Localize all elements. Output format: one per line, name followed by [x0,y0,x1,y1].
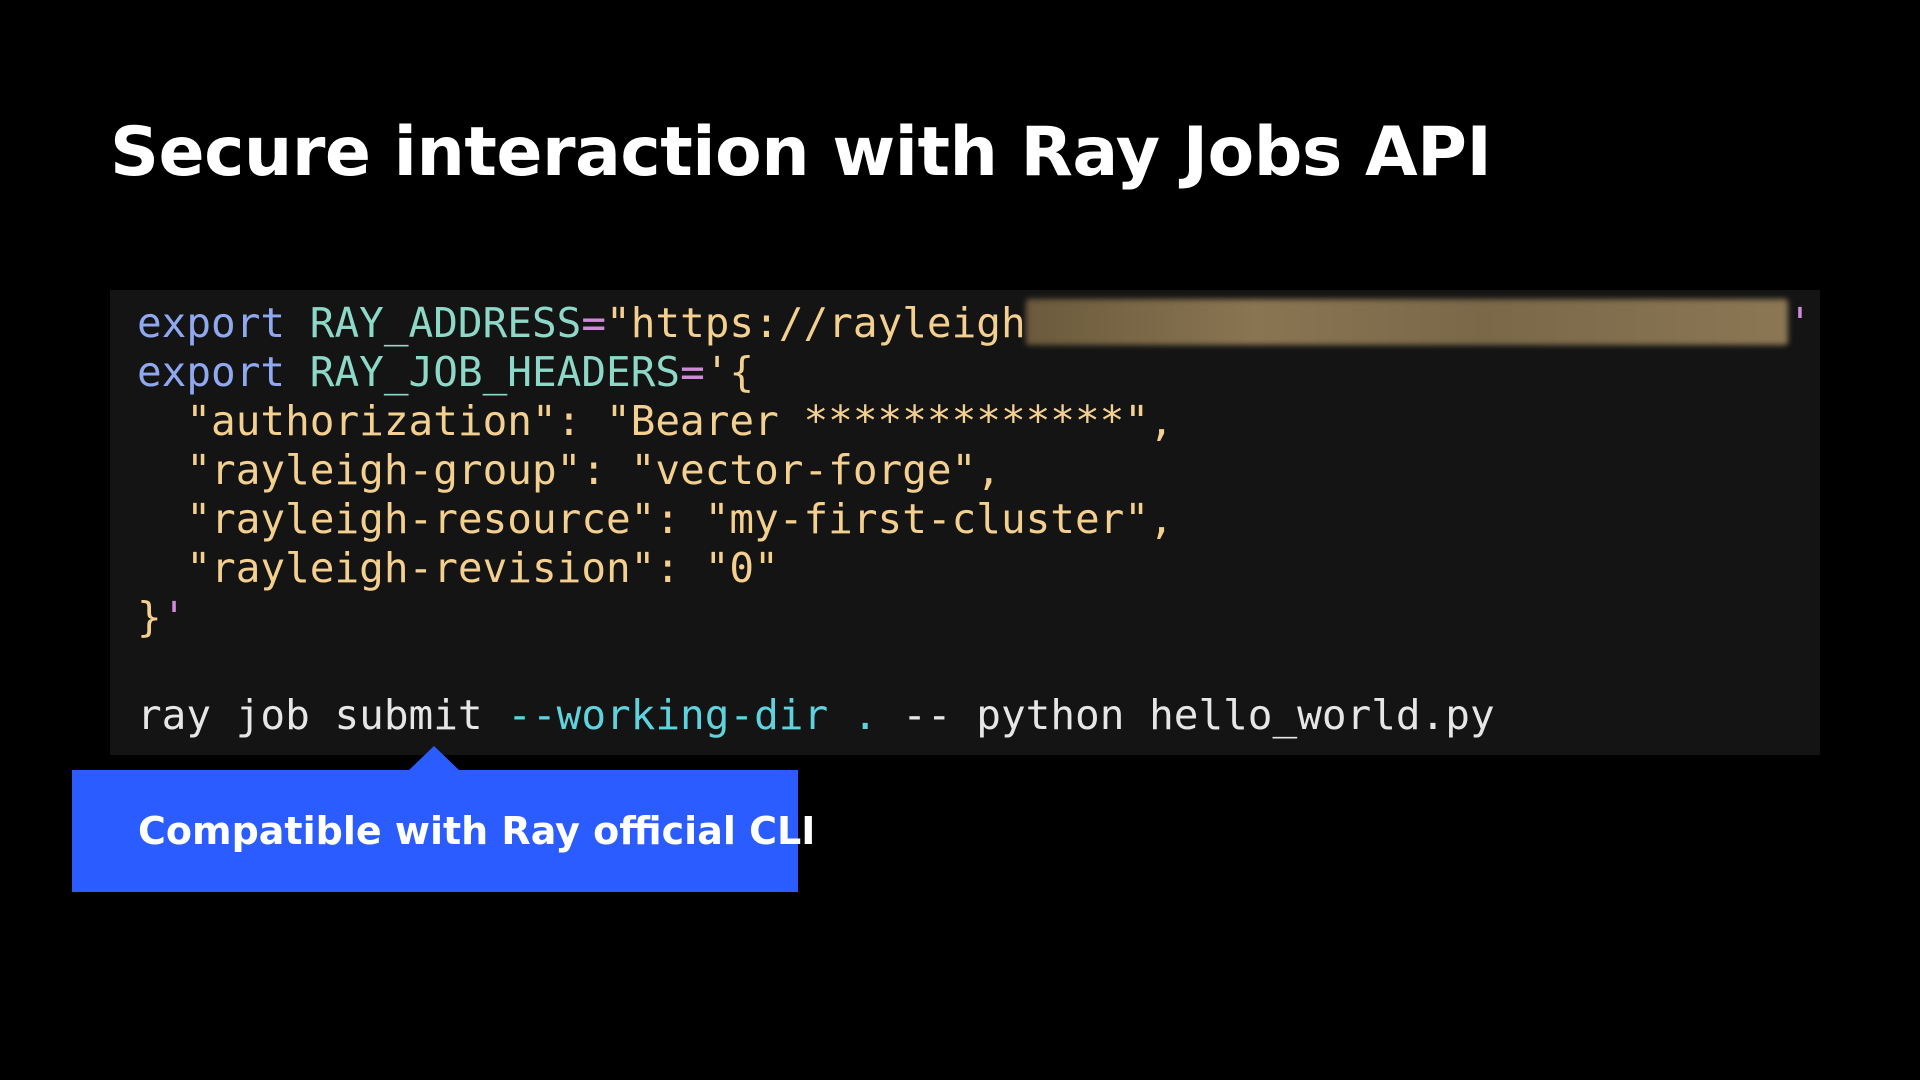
callout-box: Compatible with Ray official CLI [72,770,815,892]
code-line-ray-job-submit: ray job submit --working-dir . -- python… [137,691,1820,740]
code-line-rayleigh-resource: "rayleigh-resource": "my-first-cluster", [137,495,1174,543]
code-line-ray-address: export RAY_ADDRESS="https://rayleigh ' [137,299,1820,348]
working-dir-flag: --working-dir [507,691,829,739]
ray-address-variable: RAY_ADDRESS [309,299,582,347]
export-keyword: export [137,299,286,347]
equals-operator: = [581,299,607,347]
command-base: ray job submit [137,691,508,739]
closing-quote: ' [1787,299,1813,347]
callout-pointer-arrow [408,746,460,771]
callout-text: Compatible with Ray official CLI [138,809,816,853]
ray-address-value: "https://rayleigh [606,299,1026,347]
working-dir-value: . [828,691,903,739]
redacted-url-blur [1025,299,1788,345]
code-block: export RAY_ADDRESS="https://rayleigh ' ex… [110,290,1820,755]
code-line-authorization: "authorization": "Bearer *************", [137,397,1174,445]
export-keyword: export [137,348,286,396]
code-line-rayleigh-group: "rayleigh-group": "vector-forge", [137,446,1001,494]
json-close-quote: ' [161,593,187,641]
command-rest: -- python hello_world.py [902,691,1495,739]
ray-job-headers-variable: RAY_JOB_HEADERS [309,348,681,396]
code-line-ray-job-headers: export RAY_JOB_HEADERS='{ [137,348,1820,397]
slide-title: Secure interaction with Ray Jobs API [110,113,1492,192]
json-open: '{ [704,348,755,396]
code-line-rayleigh-revision: "rayleigh-revision": "0" [137,544,779,592]
equals-operator: = [680,348,705,396]
code-line-json-close: }' [137,593,1820,642]
json-close-brace: } [137,593,162,641]
